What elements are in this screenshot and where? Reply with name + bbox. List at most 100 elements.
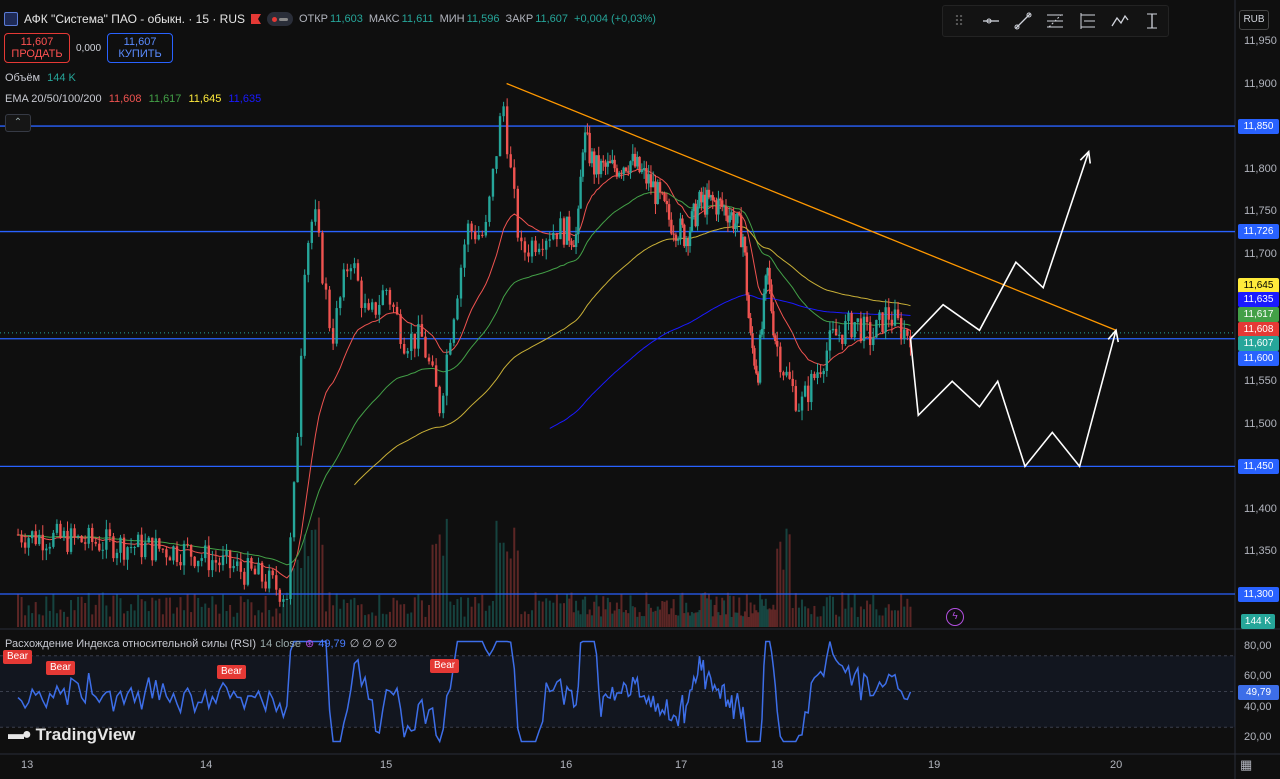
rsi-value: 49,79	[318, 637, 346, 650]
volume-bar	[875, 609, 878, 627]
volume-bar	[513, 527, 516, 627]
volume-bar	[222, 594, 225, 627]
volume-bar	[207, 607, 210, 627]
volume-bar	[218, 613, 221, 627]
volume-bar	[378, 594, 381, 627]
candle-body	[570, 240, 573, 246]
candle-body	[218, 562, 221, 566]
candle-body	[55, 523, 59, 533]
volume-bar	[183, 610, 186, 627]
volume-bar	[364, 615, 367, 627]
volume-bar	[690, 611, 693, 627]
candle-body	[631, 153, 634, 162]
rsi-value-badge: 49,79	[1238, 685, 1279, 700]
volume-bar	[115, 594, 118, 627]
volume-bar	[772, 604, 775, 627]
candle-body	[794, 386, 798, 411]
candle-body	[260, 562, 264, 582]
candle-body	[670, 219, 673, 234]
candle-body	[115, 552, 119, 559]
rsi-axis-label: 20,00	[1244, 731, 1272, 743]
volume-bar	[264, 595, 267, 627]
volume-bar	[847, 593, 850, 627]
high-value: 11,611	[401, 13, 434, 25]
path-tool-icon[interactable]	[1109, 10, 1131, 32]
candle-body	[196, 560, 200, 567]
drag-handle-icon[interactable]: ⠿	[948, 10, 970, 32]
bear-label: Bear	[3, 650, 33, 664]
sell-button[interactable]: 11,607 ПРОДАТЬ	[4, 33, 70, 63]
candle-body	[711, 195, 714, 201]
measure-icon[interactable]	[1141, 10, 1163, 32]
volume-bar	[711, 616, 714, 627]
volume-bar	[516, 550, 519, 627]
price-badge: 11,617	[1238, 307, 1279, 323]
candle-body	[66, 530, 69, 552]
volume-bar	[62, 611, 65, 627]
candle-body	[91, 527, 94, 542]
buy-button[interactable]: 11,607 КУПИТЬ	[107, 33, 174, 63]
volume-bar	[613, 610, 616, 627]
price-chart[interactable]	[0, 0, 1280, 779]
volume-bar	[884, 607, 887, 627]
volume-bar	[615, 602, 618, 627]
volume-bar	[579, 614, 582, 627]
volume-bar	[649, 607, 652, 627]
candle-body	[83, 542, 87, 544]
candle-body	[360, 280, 363, 308]
volume-bar	[253, 615, 256, 627]
candle-body	[356, 263, 360, 281]
rsi-legend[interactable]: Расхождение Индекса относительной силы (…	[5, 637, 397, 651]
volume-bar	[832, 596, 835, 627]
candle-body	[200, 558, 203, 561]
candle-body	[779, 346, 782, 373]
candle-body	[770, 284, 773, 312]
candle-body	[656, 182, 659, 205]
rsi-settings-icon[interactable]: ⊛	[305, 637, 314, 650]
volume-bar	[17, 594, 20, 627]
candle-body	[674, 234, 678, 241]
volume-bar	[282, 603, 285, 627]
volume-bar	[618, 609, 621, 627]
calendar-icon[interactable]: ▦	[1240, 757, 1258, 773]
collapse-legend-button[interactable]: ⌃	[5, 114, 31, 132]
volume-bar	[161, 614, 164, 627]
rsi-params: 14 close	[260, 637, 302, 650]
drawing-toolbar: ⠿	[942, 5, 1169, 37]
candle-body	[498, 116, 502, 157]
horizontal-ray-icon[interactable]	[980, 10, 1002, 32]
tradingview-logo[interactable]: ▬● TradingView	[8, 725, 136, 745]
candle-body	[896, 309, 900, 319]
candle-body	[438, 386, 441, 414]
lightning-icon[interactable]: ϟ	[946, 608, 964, 626]
low-label: МИН	[439, 13, 465, 25]
candle-body	[865, 316, 869, 323]
volume-bar	[788, 534, 791, 627]
candle-body	[491, 168, 495, 197]
price-axis-label: 11,900	[1244, 77, 1277, 90]
candle-body	[45, 548, 48, 551]
candle-body	[649, 174, 653, 188]
volume-bar	[335, 593, 338, 627]
flag-icon[interactable]	[251, 14, 261, 24]
candle-body	[207, 545, 210, 571]
volume-bar	[611, 613, 614, 627]
volume-bar	[577, 610, 580, 627]
candle-body	[87, 527, 90, 544]
volume-bar	[636, 616, 639, 627]
fib-retracement-icon[interactable]	[1044, 10, 1066, 32]
symbol-title[interactable]: АФК "Система" ПАО - обыкн. · 15 · RUS	[24, 12, 245, 26]
volume-bar	[627, 613, 630, 627]
pitchfork-icon[interactable]	[1077, 10, 1099, 32]
volume-legend[interactable]: Объём 144 K	[5, 72, 76, 86]
candle-body	[552, 232, 555, 240]
volume-bar	[663, 601, 666, 627]
ema-legend[interactable]: EMA 20/50/100/200 11,608 11,617 11,645 1…	[5, 93, 261, 107]
chart-window[interactable]: АФК "Система" ПАО - обыкн. · 15 · RUS ОТ…	[0, 0, 1280, 779]
trend-line-icon[interactable]	[1012, 10, 1034, 32]
market-status-icon[interactable]	[267, 12, 293, 26]
candle-body	[434, 365, 438, 387]
currency-selector[interactable]: RUB	[1239, 10, 1269, 30]
candle-body	[878, 312, 881, 320]
volume-bar	[66, 616, 69, 627]
